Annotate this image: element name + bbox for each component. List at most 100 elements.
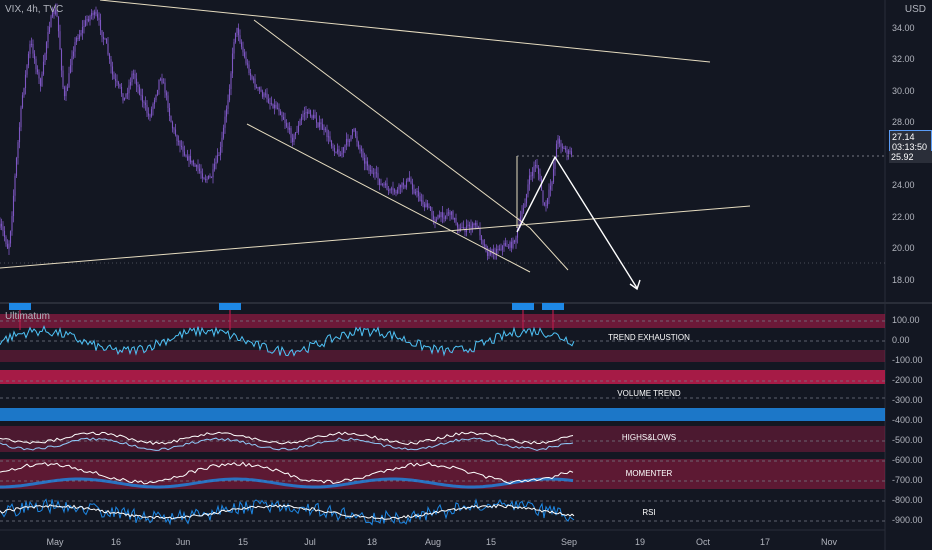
candle-body xyxy=(356,136,358,142)
candle-body xyxy=(239,35,241,43)
candle-body xyxy=(371,170,373,174)
candle-body xyxy=(138,86,141,95)
candle-body xyxy=(324,128,327,130)
candle-body xyxy=(36,69,39,73)
candle-body xyxy=(522,207,525,212)
candle-body xyxy=(314,114,316,119)
candle-body xyxy=(456,222,459,228)
candle-body xyxy=(149,115,151,117)
indicator-name[interactable]: Ultimatum xyxy=(5,311,50,322)
indicator-tick: -100.00 xyxy=(892,355,923,365)
chart-workspace[interactable]: VIX, 4h, TVC USD Ultimatum 34.00 32.00 30.… xyxy=(0,0,932,550)
candle-body xyxy=(269,102,271,104)
candle-body xyxy=(509,242,511,248)
candle-body xyxy=(77,37,79,39)
candle-body xyxy=(318,122,321,127)
channel-upper-extension xyxy=(529,227,569,271)
resistance-trendline xyxy=(99,0,711,63)
candle-body xyxy=(440,212,442,218)
candle-body xyxy=(281,115,283,118)
price-chart[interactable] xyxy=(0,0,932,550)
candle-body xyxy=(426,203,429,208)
candle-body xyxy=(189,156,192,163)
candle-body xyxy=(425,203,427,208)
candle-body xyxy=(257,87,259,89)
candle-body xyxy=(521,211,523,217)
candle-body xyxy=(398,184,400,190)
candle-body xyxy=(419,196,421,202)
candle-body xyxy=(186,156,189,161)
candle-body xyxy=(498,248,501,250)
candle-body xyxy=(495,249,498,255)
candle-body xyxy=(308,110,310,114)
candle-body xyxy=(153,100,156,104)
candle-body xyxy=(546,198,549,206)
candle-body xyxy=(71,56,73,66)
candle-body xyxy=(231,53,234,74)
candle-body xyxy=(59,31,61,50)
candle-body xyxy=(372,173,375,175)
candle-body xyxy=(60,49,63,71)
candle-body xyxy=(261,91,264,97)
candle-body xyxy=(122,93,124,101)
candle-body xyxy=(219,147,222,156)
candle-body xyxy=(570,151,573,156)
candle-body xyxy=(29,44,31,54)
trend-exhaustion-band-lower xyxy=(0,350,885,362)
section-label: TREND EXHAUSTION xyxy=(608,333,690,342)
candle-body xyxy=(486,251,489,256)
candle-body xyxy=(353,129,355,131)
candle-body xyxy=(363,157,366,164)
candle-body xyxy=(152,103,154,110)
time-tick: May xyxy=(46,537,64,547)
candle-body xyxy=(396,189,399,194)
candle-body xyxy=(473,223,475,226)
candle-body xyxy=(305,111,307,113)
candle-body xyxy=(224,116,226,128)
candle-body xyxy=(312,114,315,118)
candle-body xyxy=(389,189,391,191)
candle-body xyxy=(141,95,144,102)
candle-body xyxy=(476,222,478,229)
candle-body xyxy=(528,175,531,185)
candle-body xyxy=(471,223,474,230)
candle-body xyxy=(264,93,267,95)
candle-body xyxy=(542,190,544,203)
candle-body xyxy=(386,183,388,191)
time-tick: 15 xyxy=(237,537,249,547)
candle-body xyxy=(560,143,562,147)
candle-body xyxy=(44,53,46,62)
sell-signal-marker-4 xyxy=(542,303,564,310)
candle-body xyxy=(431,210,433,216)
candle-body xyxy=(551,182,553,186)
candle-body xyxy=(392,188,394,190)
candle-body xyxy=(302,114,304,117)
candle-body xyxy=(311,116,313,118)
candle-body xyxy=(251,75,253,79)
candle-body xyxy=(158,79,160,90)
candle-body xyxy=(48,27,51,33)
candle-body xyxy=(129,82,132,86)
candle-body xyxy=(323,128,325,130)
candle-body xyxy=(474,222,477,226)
candle-body xyxy=(111,66,114,75)
candle-body xyxy=(378,178,381,185)
candle-body xyxy=(299,120,301,126)
candle-body xyxy=(108,54,111,60)
candle-body xyxy=(230,73,232,90)
candle-body xyxy=(137,85,139,87)
candle-body xyxy=(114,78,117,81)
candle-body xyxy=(536,164,538,168)
candle-body xyxy=(449,212,451,215)
candle-body xyxy=(192,160,195,165)
candle-body xyxy=(263,93,265,97)
symbol-label[interactable]: VIX, 4h, TVC xyxy=(5,4,63,15)
candle-body xyxy=(279,111,282,116)
candle-body xyxy=(450,211,453,215)
candle-body xyxy=(276,107,279,109)
candle-body xyxy=(236,27,238,33)
candle-body xyxy=(381,183,384,185)
candle-body xyxy=(267,99,270,103)
candle-body xyxy=(411,183,414,190)
candle-body xyxy=(191,160,193,163)
